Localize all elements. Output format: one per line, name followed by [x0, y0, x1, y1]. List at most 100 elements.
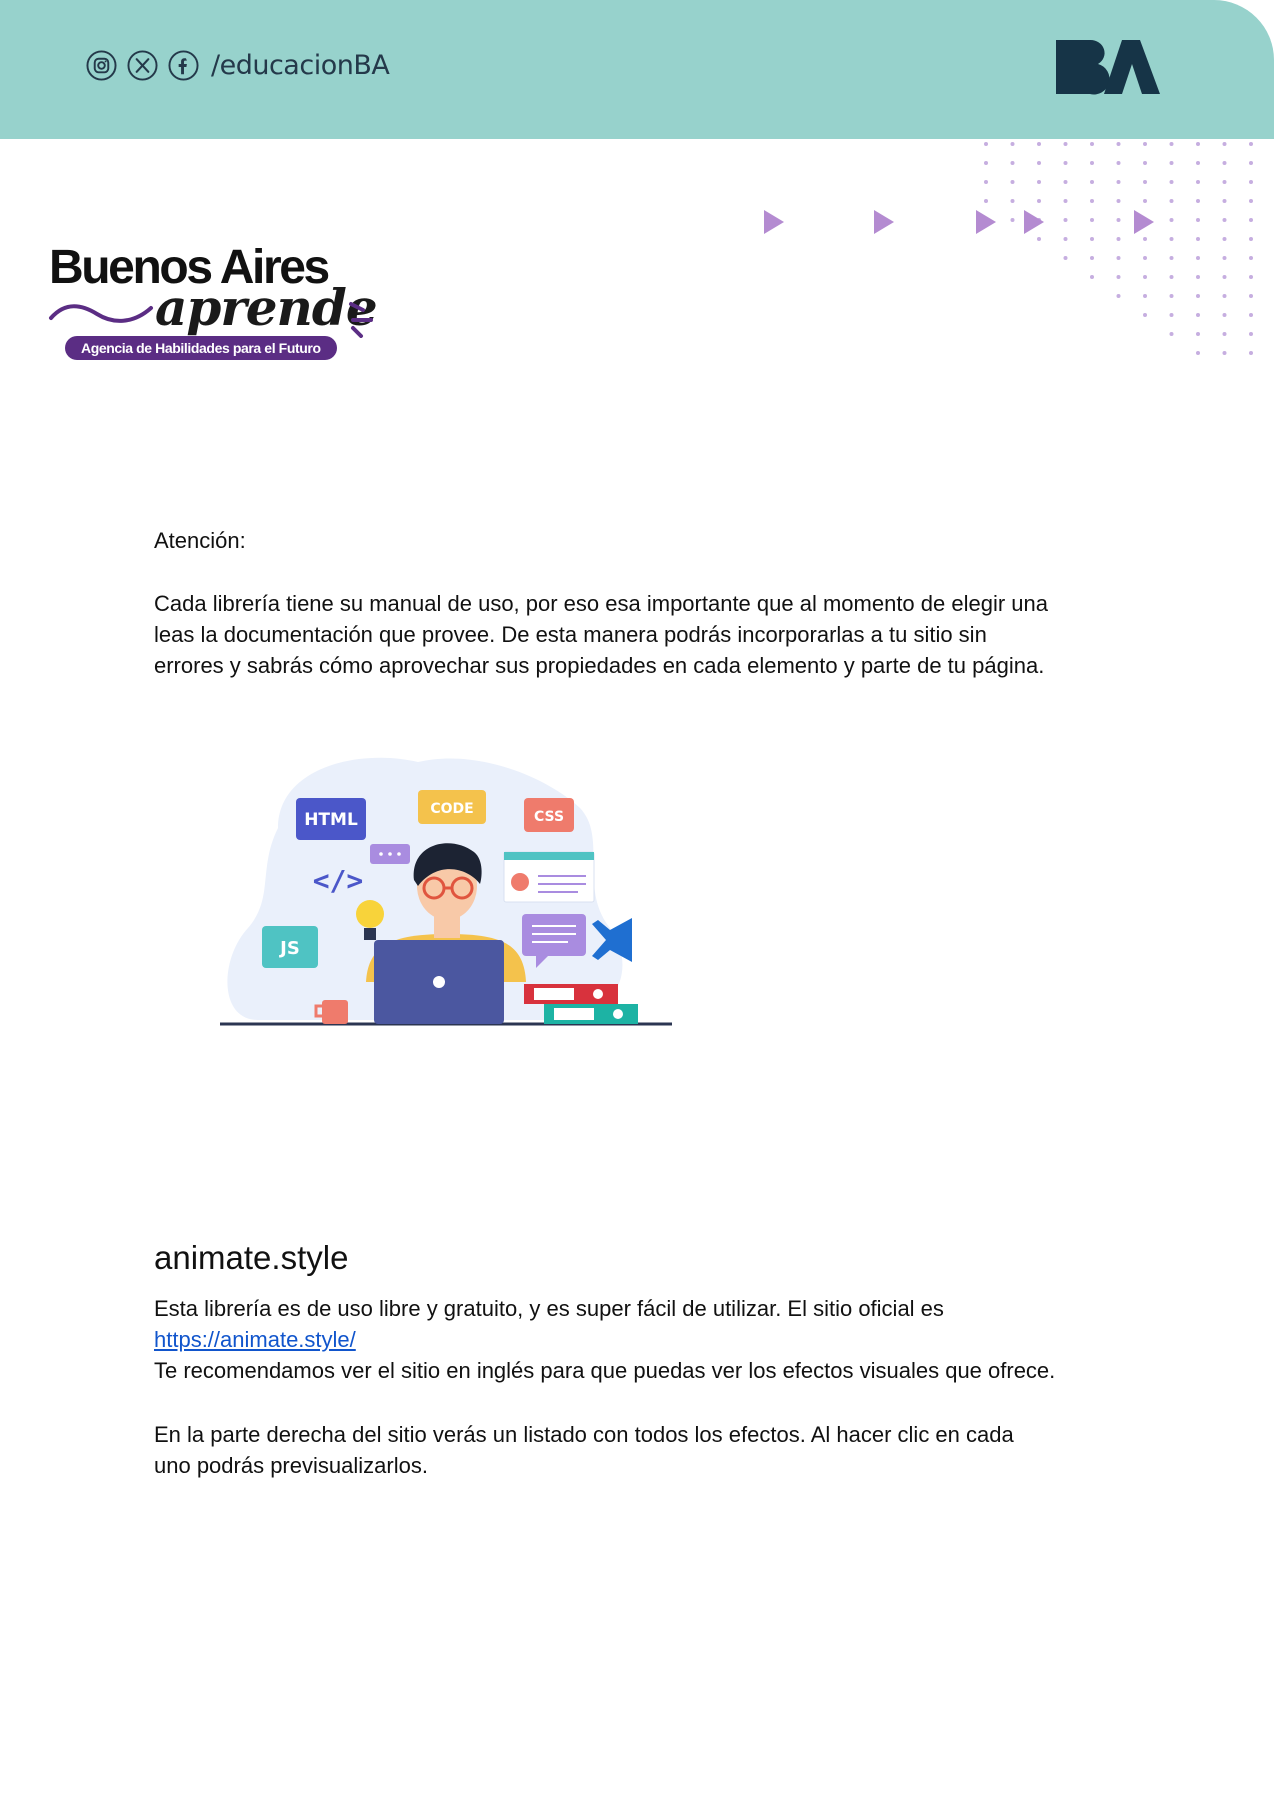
dot	[1116, 180, 1121, 184]
dot	[1169, 237, 1174, 241]
facebook-icon[interactable]	[168, 50, 199, 81]
dot	[1116, 161, 1121, 165]
social-handle[interactable]: /educacionBA	[211, 50, 390, 81]
spark-icon	[349, 302, 373, 338]
js-tag-label: JS	[278, 938, 300, 959]
dot	[1037, 161, 1041, 165]
dot	[1169, 218, 1174, 222]
dot	[984, 199, 988, 203]
dot	[1090, 199, 1094, 203]
dot	[1249, 313, 1253, 317]
code-tag-label: CODE	[430, 801, 473, 817]
js-tag: JS	[262, 926, 318, 968]
laptop-icon	[374, 940, 504, 1024]
dot	[1116, 199, 1121, 203]
dot	[1090, 180, 1094, 184]
css-tag-label: CSS	[534, 809, 564, 825]
dot	[1143, 294, 1147, 298]
dot	[1196, 218, 1200, 222]
brand-tagline: Agencia de Habilidades para el Futuro	[65, 336, 337, 360]
dot	[1010, 180, 1015, 184]
dot	[1090, 275, 1094, 279]
dot	[1222, 256, 1227, 260]
dot	[1143, 199, 1147, 203]
dot	[1196, 351, 1200, 355]
instagram-icon[interactable]	[86, 50, 117, 81]
dot	[1090, 161, 1094, 165]
paragraph-line: uno podrás previsualizarlos.	[154, 1453, 428, 1478]
dot	[1169, 161, 1174, 165]
dot	[1249, 332, 1253, 336]
html-tag: HTML	[296, 798, 366, 840]
arrow-pattern	[764, 210, 1154, 234]
brand-logo: Buenos Aires aprende Agencia de Habilida…	[47, 240, 387, 370]
code-tag: CODE	[418, 790, 486, 824]
dot	[1249, 351, 1253, 355]
dot	[1222, 275, 1227, 279]
animate-style-link[interactable]: https://animate.style/	[154, 1327, 356, 1352]
dot	[1143, 256, 1147, 260]
dot	[1249, 294, 1253, 298]
paragraph-intro: Cada librería tiene su manual de uso, po…	[154, 588, 1134, 681]
social-links: /educacionBA	[86, 50, 390, 81]
dot	[1169, 142, 1174, 146]
dot	[1169, 256, 1174, 260]
dot	[1222, 294, 1227, 298]
dot	[1037, 199, 1041, 203]
dot	[1249, 199, 1253, 203]
dot	[1222, 161, 1227, 165]
dot	[1169, 199, 1174, 203]
dot	[1196, 332, 1200, 336]
section-heading: animate.style	[154, 1239, 349, 1276]
dot	[1222, 332, 1227, 336]
dot	[984, 142, 988, 146]
profile-card-icon	[503, 851, 595, 903]
dot	[1010, 142, 1015, 146]
dot	[1037, 180, 1041, 184]
dot	[1222, 313, 1227, 317]
paragraph-library: Esta librería es de uso libre y gratuito…	[154, 1293, 1134, 1386]
paragraph-line: leas la documentación que provee. De est…	[154, 622, 987, 647]
developer-illustration: HTML CODE CSS </> JS	[220, 757, 672, 1026]
dot	[1196, 256, 1200, 260]
attention-label: Atención:	[154, 528, 246, 553]
dot	[1116, 142, 1121, 146]
dot	[1222, 142, 1227, 146]
dot	[1063, 199, 1068, 203]
dot	[1222, 180, 1227, 184]
dot-pattern	[984, 142, 1253, 355]
dot	[1196, 180, 1200, 184]
dot	[1196, 199, 1200, 203]
dot	[1249, 275, 1253, 279]
dot	[1222, 199, 1227, 203]
dot	[1222, 351, 1227, 355]
dot	[1063, 256, 1068, 260]
paragraph-line: En la parte derecha del sitio verás un l…	[154, 1422, 1014, 1447]
paragraph-line: errores y sabrás cómo aprovechar sus pro…	[154, 653, 1045, 678]
html-tag-label: HTML	[304, 810, 358, 830]
dot	[1169, 180, 1174, 184]
dot	[1222, 218, 1227, 222]
dot	[1169, 294, 1174, 298]
dot	[1116, 294, 1121, 298]
dot	[1063, 161, 1068, 165]
dot	[1249, 142, 1253, 146]
dot	[1196, 237, 1200, 241]
dot	[1143, 180, 1147, 184]
dot	[1010, 199, 1015, 203]
dot	[1010, 161, 1015, 165]
brand-script: aprende	[155, 278, 378, 337]
dot	[1143, 161, 1147, 165]
dot	[1090, 142, 1094, 146]
dot	[1116, 256, 1121, 260]
dot	[1196, 275, 1200, 279]
ba-logo	[1056, 39, 1160, 95]
dot	[1090, 256, 1094, 260]
paragraph-line: Te recomendamos ver el sitio en inglés p…	[154, 1358, 1056, 1383]
dot	[1143, 142, 1147, 146]
dot	[1196, 294, 1200, 298]
dot	[1249, 237, 1253, 241]
css-tag: CSS	[524, 798, 574, 832]
dot	[1222, 237, 1227, 241]
x-icon[interactable]	[127, 50, 158, 81]
